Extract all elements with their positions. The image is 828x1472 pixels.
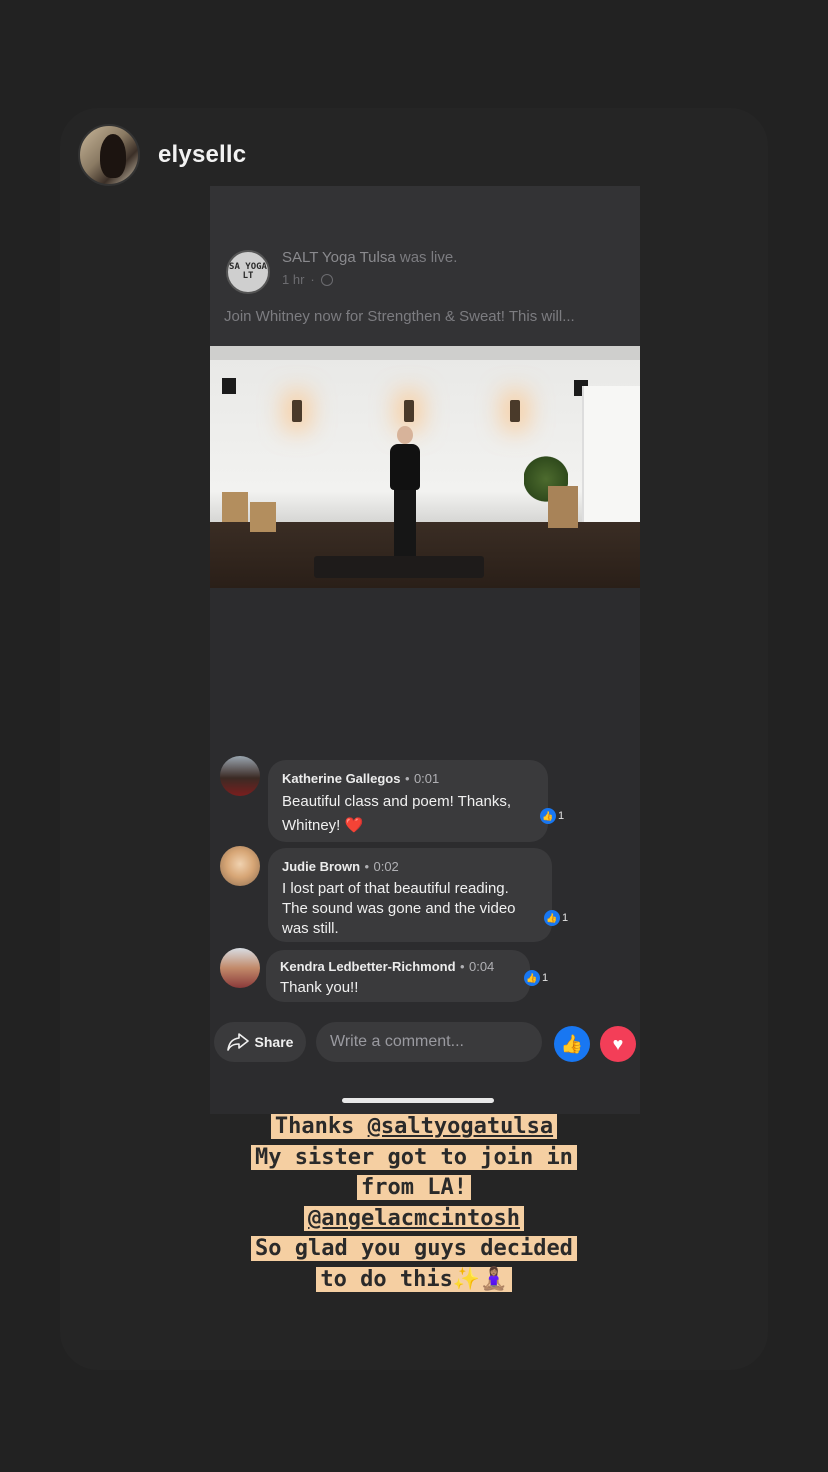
commenter-name[interactable]: Katherine Gallegos bbox=[282, 771, 400, 786]
comment-bubble[interactable]: Kendra Ledbetter-Richmond • 0:04 Thank y… bbox=[266, 950, 530, 1002]
story-caption: Thanks @saltyogatulsa My sister got to j… bbox=[0, 1112, 828, 1295]
wall-lamp-center bbox=[404, 400, 414, 422]
caption-line-1: Thanks @saltyogatulsa bbox=[0, 1112, 828, 1143]
reaction-number: 1 bbox=[542, 972, 549, 984]
mention-angelacmcintosh[interactable]: @angelacmcintosh bbox=[304, 1205, 524, 1231]
comment-input[interactable]: Write a comment... bbox=[316, 1022, 542, 1062]
heart-icon: ♥ bbox=[612, 1033, 624, 1054]
page-name[interactable]: SALT Yoga Tulsa bbox=[282, 249, 396, 266]
instructor-torso bbox=[390, 444, 420, 490]
caption-line-2: My sister got to join in bbox=[0, 1143, 828, 1174]
commenter-avatar[interactable] bbox=[220, 948, 260, 988]
like-button[interactable]: 👍 bbox=[554, 1026, 590, 1062]
share-icon bbox=[226, 1033, 249, 1051]
reaction-number: 1 bbox=[562, 912, 569, 924]
reaction-count[interactable]: 👍 1 bbox=[540, 808, 564, 824]
instructor bbox=[386, 426, 424, 564]
user-avatar[interactable] bbox=[78, 124, 140, 186]
caption-line-3: from LA! bbox=[0, 1173, 828, 1204]
video-ceiling bbox=[210, 346, 640, 360]
page-avatar[interactable]: SA YOGA LT bbox=[226, 250, 270, 294]
caption-line-6: to do this✨🧘🏽‍♀️ bbox=[0, 1265, 828, 1296]
love-button[interactable]: ♥ bbox=[600, 1026, 636, 1062]
comment-time: 0:01 bbox=[413, 771, 440, 786]
share-button[interactable]: Share bbox=[214, 1022, 306, 1062]
comment-text-line1: Beautiful class and poem! Thanks, bbox=[282, 793, 512, 810]
instructor-head bbox=[397, 426, 413, 444]
comment-action-bar: Share Write a comment... 👍 ♥ bbox=[210, 1016, 640, 1076]
comment-time-sep: • bbox=[459, 959, 465, 974]
commenter-name[interactable]: Kendra Ledbetter-Richmond bbox=[280, 959, 456, 974]
planter bbox=[548, 486, 578, 528]
caption-text: My sister got to join in bbox=[251, 1144, 577, 1170]
comment-text-line2: The sound was gone and the video bbox=[282, 900, 516, 917]
comment-time-sep: • bbox=[364, 859, 370, 874]
comment-time-sep: • bbox=[404, 771, 410, 786]
caption-text: So glad you guys decided bbox=[251, 1236, 577, 1261]
commenter-avatar[interactable] bbox=[220, 756, 260, 796]
like-reaction-icon: 👍 bbox=[544, 910, 560, 926]
speaker-left bbox=[222, 378, 236, 394]
post-text[interactable]: Join Whitney now for Strengthen & Sweat!… bbox=[224, 308, 575, 325]
thumbs-up-icon: 👍 bbox=[560, 1033, 584, 1054]
commenter-avatar[interactable] bbox=[220, 846, 260, 886]
instructor-legs bbox=[394, 490, 416, 556]
caption-line-4: @angelacmcintosh bbox=[0, 1204, 828, 1235]
comment-bubble[interactable]: Judie Brown • 0:02 I lost part of that b… bbox=[268, 848, 552, 942]
comment-text-line1: Thank you!! bbox=[280, 979, 359, 996]
caption-text: to do this✨🧘🏽‍♀️ bbox=[316, 1266, 512, 1292]
globe-icon bbox=[320, 273, 333, 286]
caption-text: Thanks bbox=[274, 1114, 368, 1139]
story-username[interactable]: elysellc bbox=[158, 141, 246, 169]
caption-text: from LA! bbox=[357, 1175, 471, 1200]
reaction-count[interactable]: 👍 1 bbox=[524, 970, 548, 986]
reaction-number: 1 bbox=[558, 810, 565, 822]
comment-time: 0:02 bbox=[373, 859, 399, 874]
like-reaction-icon: 👍 bbox=[524, 970, 540, 986]
home-indicator bbox=[342, 1098, 494, 1103]
post-time: 1 hr bbox=[282, 272, 305, 287]
facebook-screenshot: SA YOGA LT SALT Yoga Tulsa was live. 1 h… bbox=[210, 186, 640, 1114]
meta-separator: · bbox=[310, 272, 315, 287]
live-video[interactable] bbox=[210, 346, 640, 588]
commenter-name[interactable]: Judie Brown bbox=[282, 859, 360, 874]
comment-time: 0:04 bbox=[468, 959, 495, 974]
stool-right bbox=[250, 502, 276, 532]
wall-lamp-left bbox=[292, 400, 302, 422]
comment-bubble[interactable]: Katherine Gallegos • 0:01 Beautiful clas… bbox=[268, 760, 548, 842]
reaction-count[interactable]: 👍 1 bbox=[544, 910, 568, 926]
wall-lamp-right bbox=[510, 400, 520, 422]
post-meta: 1 hr · bbox=[282, 272, 333, 287]
caption-line-1-highlight: Thanks @saltyogatulsa bbox=[270, 1114, 558, 1139]
page-action: was live. bbox=[399, 249, 458, 266]
share-label: Share bbox=[254, 1034, 294, 1050]
like-reaction-icon: 👍 bbox=[540, 808, 556, 824]
story-header: elysellc bbox=[78, 124, 246, 186]
stool-left bbox=[222, 492, 248, 522]
shelf bbox=[582, 386, 640, 536]
page-name-line: SALT Yoga Tulsa was live. bbox=[282, 249, 457, 266]
comment-text-line1: I lost part of that beautiful reading. bbox=[282, 880, 509, 897]
comment-text-line2: Whitney! ❤️ bbox=[282, 817, 364, 834]
mention-saltyogatulsa[interactable]: @saltyogatulsa bbox=[367, 1114, 554, 1139]
comment-text-line3: was still. bbox=[282, 920, 339, 937]
post-header: SA YOGA LT SALT Yoga Tulsa was live. 1 h… bbox=[210, 186, 640, 346]
caption-line-5: So glad you guys decided bbox=[0, 1234, 828, 1265]
